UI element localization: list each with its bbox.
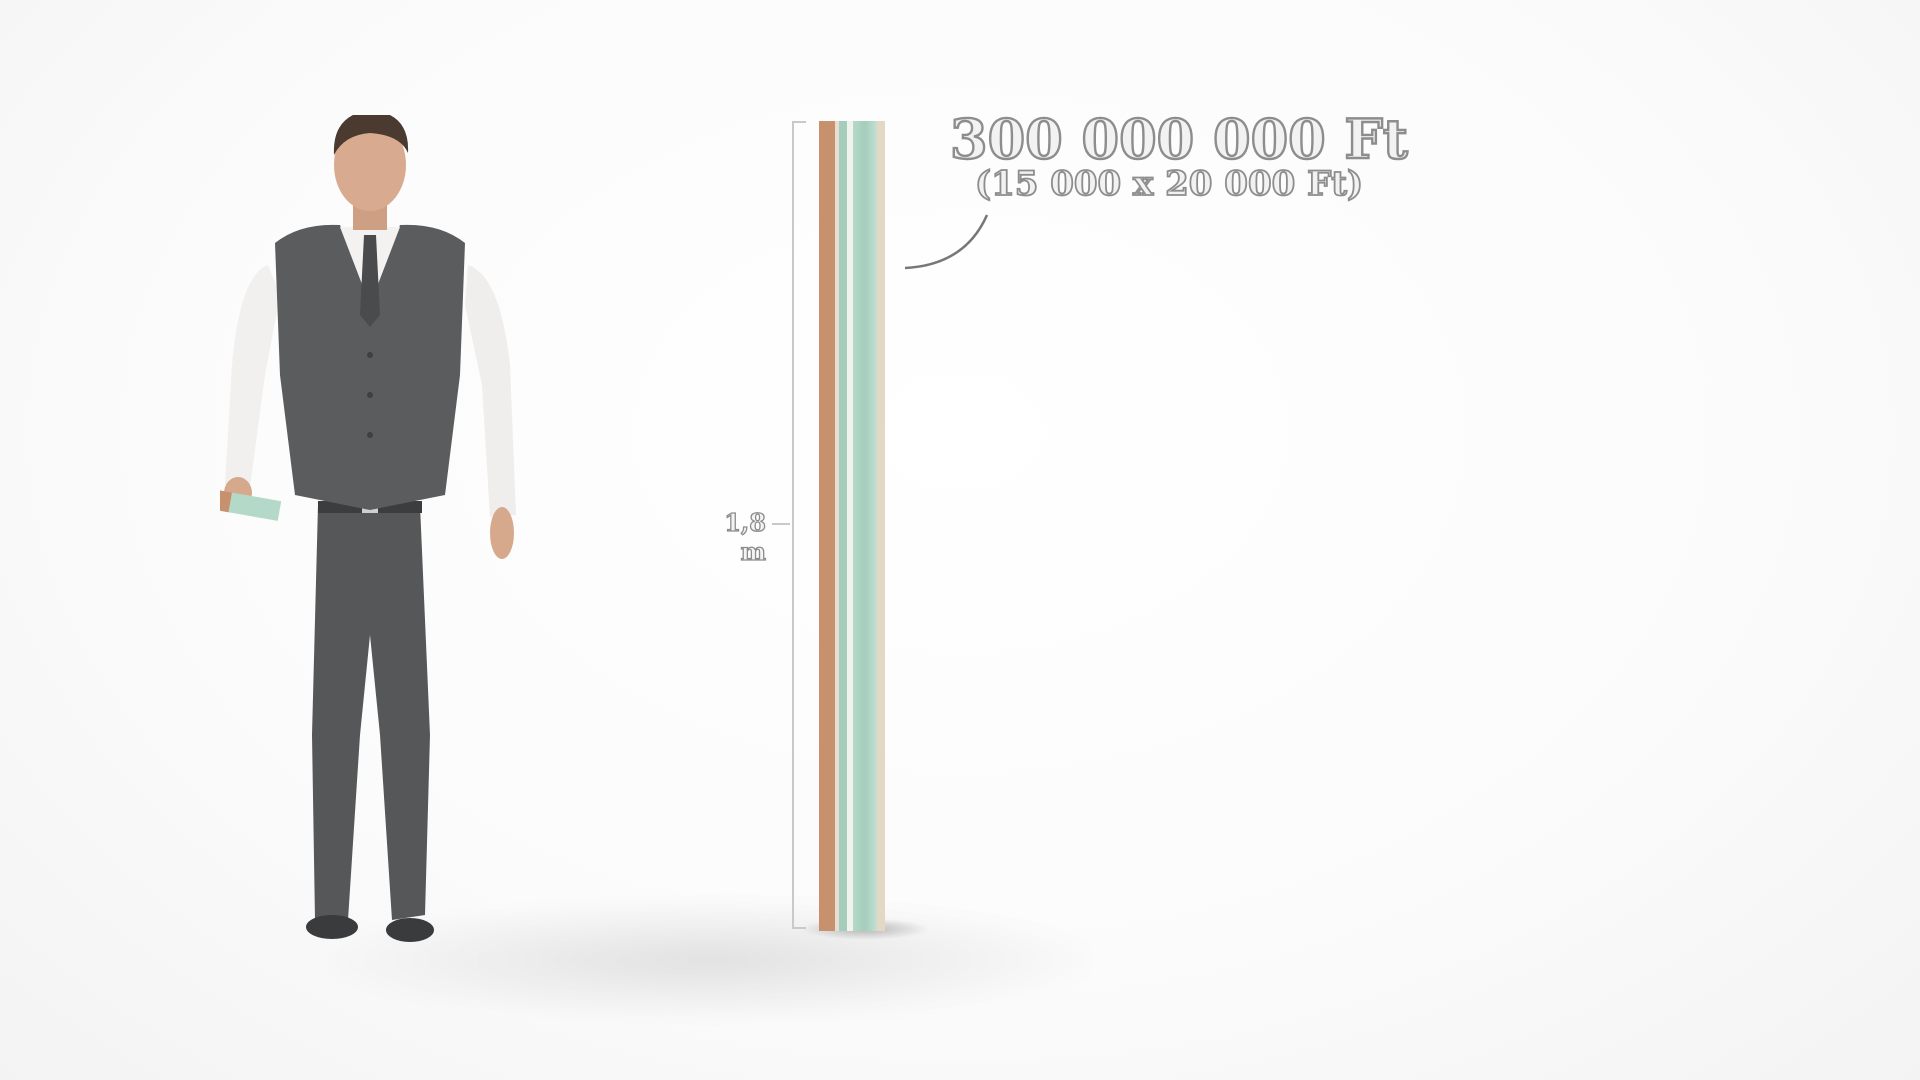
height-label: 1,8 m	[724, 507, 767, 566]
amount-breakdown-label: (15 000 x 20 000 Ft)	[974, 163, 1364, 205]
amount-label: 300 000 000 Ft	[949, 106, 1409, 172]
banknote-stack	[819, 121, 889, 931]
businessman-figure	[220, 115, 516, 942]
callout-line	[904, 214, 989, 270]
height-tick	[772, 523, 790, 525]
height-bracket	[792, 121, 806, 929]
